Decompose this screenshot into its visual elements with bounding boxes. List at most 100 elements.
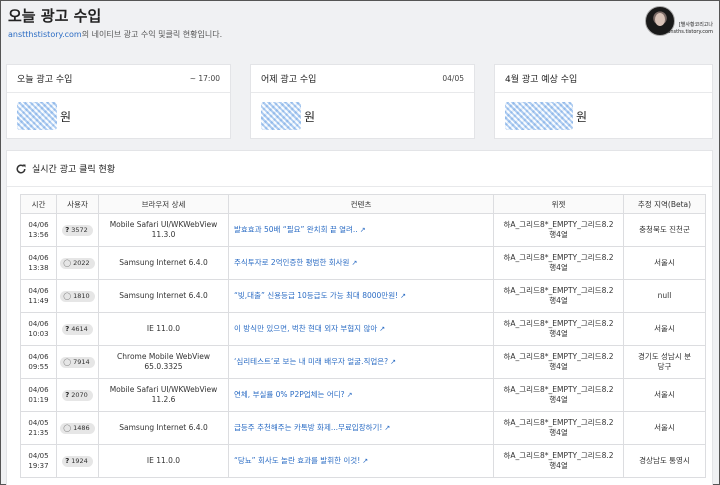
user-cell: ? 1924 bbox=[56, 444, 99, 478]
external-link-icon[interactable]: ↗ bbox=[384, 424, 390, 432]
table-row: 04/05 19:37? 1924 IE 11.0.0 “당뇨” 회사도 놀란 효과를 … bbox=[20, 444, 706, 478]
user-badge[interactable]: ? 4614 bbox=[62, 323, 93, 335]
browser-cell: IE 11.0.0 bbox=[98, 444, 229, 478]
user-cell: ◯ 1810 bbox=[56, 279, 99, 313]
widget-cell: 하A_그리드8*_EMPTY_그리드8.2 행4열 bbox=[493, 345, 624, 379]
widget-position: 행4열 bbox=[549, 296, 568, 305]
widget-cell: 하A_그리드8*_EMPTY_그리드8.2 행4열 bbox=[493, 312, 624, 346]
region-line2: 당구 bbox=[657, 362, 672, 371]
click-date: 04/06 bbox=[28, 353, 49, 361]
widget-name: 하A_그리드8*_EMPTY_그리드8.2 bbox=[503, 286, 614, 295]
user-cell: ◯ 1486 bbox=[56, 411, 99, 445]
clicks-table: 시간 사용자 브라우저 상세 컨텐츠 위젯 추정 지역(Beta) 04/06 1… bbox=[20, 194, 706, 478]
widget-position: 행4열 bbox=[549, 329, 568, 338]
click-date: 04/06 bbox=[28, 254, 49, 262]
content-link[interactable]: “빚,대출” 신용등급 10등급도 가능 최대 8000만원! bbox=[234, 291, 398, 300]
content-link[interactable]: ‘심리테스트’로 보는 내 미래 배우자 얼굴.직업은? bbox=[234, 357, 388, 366]
region-cell: null bbox=[623, 279, 706, 313]
profile[interactable]: [별사황코리고나 ansths.tistory.com bbox=[643, 6, 713, 38]
content-cell: 급등주 추천해주는 카톡방 화제...무료입장하기! ↗ bbox=[228, 411, 494, 445]
user-badge[interactable]: ? 3572 bbox=[62, 224, 93, 236]
browser-version: 65.0.3325 bbox=[144, 362, 183, 371]
browser-cell: Chrome Mobile WebView 65.0.3325 bbox=[98, 345, 229, 379]
profile-name: [별사황코리고나 ansths.tistory.com bbox=[667, 22, 713, 36]
browser-name: IE 11.0.0 bbox=[146, 456, 181, 465]
content-link[interactable]: 이 방식만 있으면, 벅찬 현대 외자 부협지 않아 bbox=[234, 324, 377, 333]
click-time: 13:38 bbox=[28, 264, 49, 272]
user-badge[interactable]: ◯ 7914 bbox=[60, 356, 95, 368]
external-link-icon[interactable]: ↗ bbox=[362, 457, 368, 465]
user-cell: ? 2070 bbox=[56, 378, 99, 412]
content-link[interactable]: 주식투자로 2억인증한 평범한 회사원 bbox=[234, 258, 349, 267]
click-date: 04/05 bbox=[28, 452, 49, 460]
browser-cell: IE 11.0.0 bbox=[98, 312, 229, 346]
user-cell: ◯ 2022 bbox=[56, 246, 99, 280]
region-line1: 서울시 bbox=[654, 390, 675, 399]
external-link-icon[interactable]: ↗ bbox=[360, 226, 366, 234]
region-line1: 서울시 bbox=[654, 258, 675, 267]
widget-name: 하A_그리드8*_EMPTY_그리드8.2 bbox=[503, 253, 614, 262]
user-badge[interactable]: ◯ 1810 bbox=[60, 290, 95, 302]
question-icon: ? bbox=[65, 390, 70, 399]
blog-link[interactable]: anstthstistory.com bbox=[8, 30, 82, 39]
user-cell: ? 3572 bbox=[56, 213, 99, 247]
widget-position: 행4열 bbox=[549, 263, 568, 272]
user-cell: ◯ 7914 bbox=[56, 345, 99, 379]
region-cell: 서울시 bbox=[623, 246, 706, 280]
section-title: 실시간 광고 클릭 현황 bbox=[32, 165, 116, 175]
click-date: 04/06 bbox=[28, 320, 49, 328]
page-subtitle: anstthstistory.com의 네이티브 광고 수익 및클릭 현황입니다… bbox=[8, 29, 222, 40]
page-title: 오늘 광고 수입 bbox=[8, 7, 102, 25]
external-link-icon[interactable]: ↗ bbox=[347, 391, 353, 399]
profile-name-line1: [별사황코리고나 bbox=[678, 22, 713, 28]
column-header: 추정 지역(Beta) bbox=[623, 194, 706, 214]
widget-name: 하A_그리드8*_EMPTY_그리드8.2 bbox=[503, 352, 614, 361]
table-header-row: 시간 사용자 브라우저 상세 컨텐츠 위젯 추정 지역(Beta) bbox=[20, 194, 706, 214]
external-link-icon[interactable]: ↗ bbox=[390, 358, 396, 366]
chat-bubble-icon: ◯ bbox=[63, 291, 72, 300]
content-link[interactable]: 발효효과 50배 “필요” 완치회 끝 열려.. bbox=[234, 225, 358, 234]
external-link-icon[interactable]: ↗ bbox=[379, 325, 385, 333]
external-link-icon[interactable]: ↗ bbox=[351, 259, 357, 267]
widget-cell: 하A_그리드8*_EMPTY_그리드8.2 행4열 bbox=[493, 378, 624, 412]
browser-cell: Samsung Internet 6.4.0 bbox=[98, 246, 229, 280]
widget-cell: 하A_그리드8*_EMPTY_그리드8.2 행4열 bbox=[493, 246, 624, 280]
click-date: 04/06 bbox=[28, 386, 49, 394]
widget-name: 하A_그리드8*_EMPTY_그리드8.2 bbox=[503, 451, 614, 460]
click-time: 19:37 bbox=[28, 462, 49, 470]
browser-name: Samsung Internet 6.4.0 bbox=[119, 423, 208, 432]
question-icon: ? bbox=[65, 324, 70, 333]
content-link[interactable]: 연체, 부실률 0% P2P업체는 어디? bbox=[234, 390, 345, 399]
currency-unit: 원 bbox=[304, 109, 316, 124]
currency-unit: 원 bbox=[60, 109, 72, 124]
user-badge[interactable]: ? 2070 bbox=[62, 389, 93, 401]
card-time: ~ 17:00 bbox=[189, 74, 220, 83]
card-title: 오늘 광고 수입 bbox=[17, 75, 73, 85]
card-month-estimate: 4월 광고 예상 수입 원 bbox=[494, 64, 713, 139]
browser-name: Samsung Internet 6.4.0 bbox=[119, 291, 208, 300]
click-time: 09:55 bbox=[28, 363, 49, 371]
external-link-icon[interactable]: ↗ bbox=[400, 292, 406, 300]
widget-position: 행4열 bbox=[549, 395, 568, 404]
time-cell: 04/06 09:55 bbox=[20, 345, 57, 379]
time-cell: 04/06 11:49 bbox=[20, 279, 57, 313]
question-icon: ? bbox=[65, 456, 70, 465]
table-row: 04/06 13:38 ◯ 2022 Samsung Internet 6.4.0 주식투… bbox=[20, 246, 706, 280]
user-badge[interactable]: ? 1924 bbox=[62, 455, 93, 467]
content-link[interactable]: 급등주 추천해주는 카톡방 화제...무료입장하기! bbox=[234, 423, 382, 432]
refresh-icon[interactable] bbox=[15, 163, 27, 175]
card-yesterday-revenue: 어제 광고 수입 04/05 원 bbox=[250, 64, 475, 139]
content-link[interactable]: “당뇨” 회사도 놀란 효과를 발휘한 이것! bbox=[234, 456, 360, 465]
card-title: 4월 광고 예상 수입 bbox=[505, 75, 578, 85]
user-id: 1924 bbox=[71, 456, 88, 465]
widget-position: 행4열 bbox=[549, 461, 568, 470]
user-badge[interactable]: ◯ 1486 bbox=[60, 422, 95, 434]
user-id: 1810 bbox=[73, 291, 90, 300]
time-cell: 04/05 19:37 bbox=[20, 444, 57, 478]
browser-name: IE 11.0.0 bbox=[146, 324, 181, 333]
time-cell: 04/05 21:35 bbox=[20, 411, 57, 445]
user-badge[interactable]: ◯ 2022 bbox=[60, 257, 95, 269]
click-date: 04/05 bbox=[28, 419, 49, 427]
click-date: 04/06 bbox=[28, 221, 49, 229]
column-header: 위젯 bbox=[493, 194, 624, 214]
